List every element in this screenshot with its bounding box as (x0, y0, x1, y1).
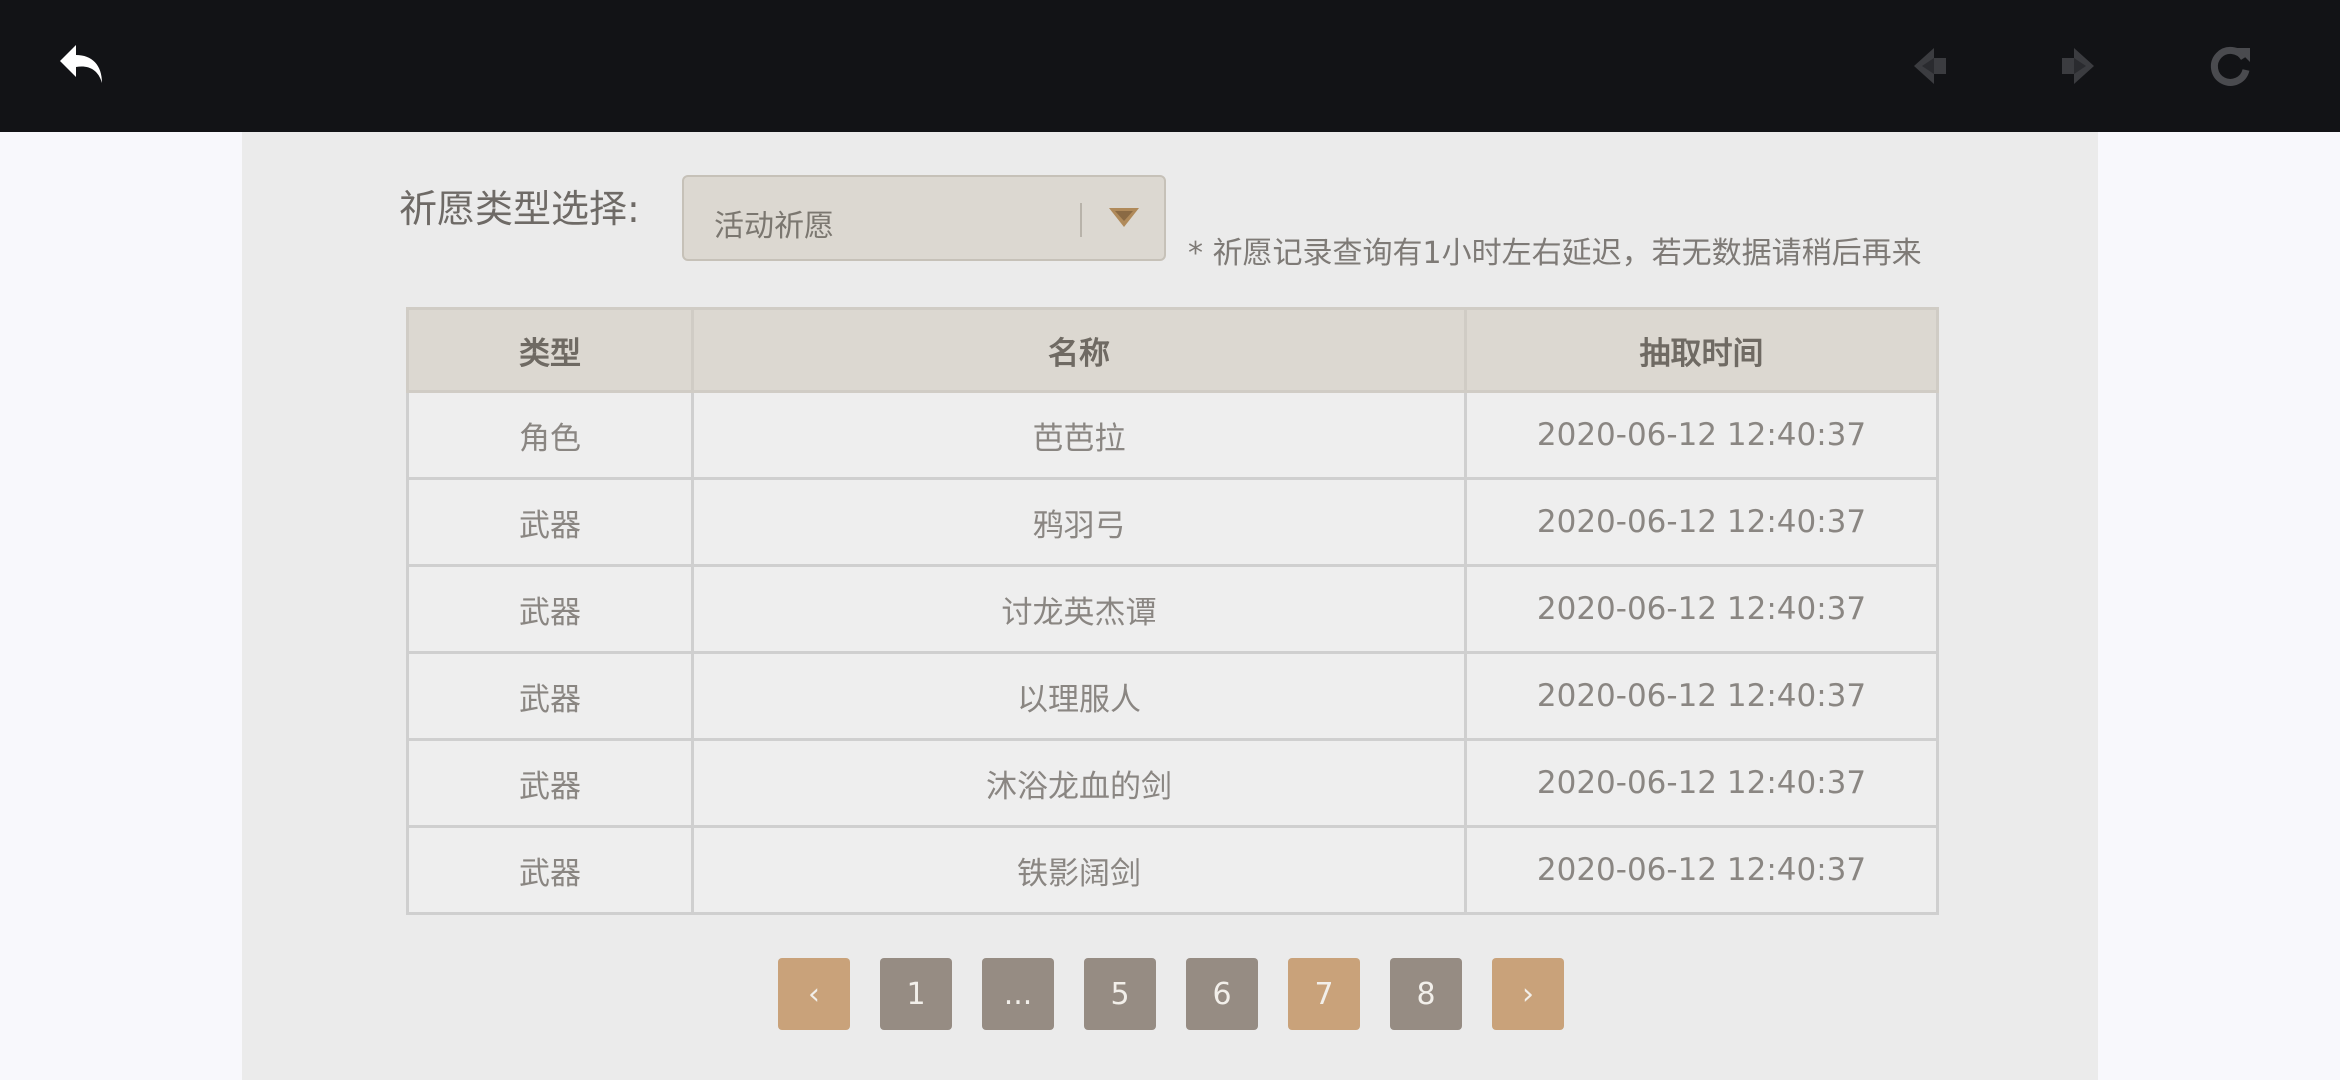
history-table: 类型 名称 抽取时间 角色 芭芭拉 2020-06-12 12:40:37 武器… (406, 307, 1939, 915)
page-prev-button[interactable]: ‹ (778, 958, 850, 1030)
wish-type-dropdown[interactable]: 活动祈愿 (682, 175, 1166, 261)
delay-notice: * 祈愿记录查询有1小时左右延迟，若无数据请稍后再来 (1188, 236, 1922, 271)
table-row: 武器 鸦羽弓 2020-06-12 12:40:37 (406, 477, 1939, 567)
cell-time: 2020-06-12 12:40:37 (1464, 564, 1939, 654)
page-button-1[interactable]: 1 (880, 958, 952, 1030)
nav-prev-icon[interactable] (1900, 36, 1960, 96)
page-button-7-current[interactable]: 7 (1288, 958, 1360, 1030)
cell-type: 武器 (406, 651, 694, 741)
cell-time: 2020-06-12 12:40:37 (1464, 825, 1939, 915)
cell-name: 以理服人 (691, 651, 1467, 741)
cell-type: 武器 (406, 825, 694, 915)
gacha-history-panel: 祈愿类型选择: 活动祈愿 * 祈愿记录查询有1小时左右延迟，若无数据请稍后再来 … (242, 132, 2098, 1080)
cell-name: 铁影阔剑 (691, 825, 1467, 915)
cell-name: 沐浴龙血的剑 (691, 738, 1467, 828)
cell-type: 武器 (406, 477, 694, 567)
pagination: ‹ 1 ... 5 6 7 8 › (778, 958, 1564, 1030)
cell-type: 武器 (406, 564, 694, 654)
cell-time: 2020-06-12 12:40:37 (1464, 477, 1939, 567)
column-header-time: 抽取时间 (1464, 307, 1939, 393)
cell-name: 讨龙英杰谭 (691, 564, 1467, 654)
table-row: 武器 沐浴龙血的剑 2020-06-12 12:40:37 (406, 738, 1939, 828)
top-bar (0, 0, 2340, 132)
table-header-row: 类型 名称 抽取时间 (406, 307, 1939, 393)
page-button-6[interactable]: 6 (1186, 958, 1258, 1030)
cell-time: 2020-06-12 12:40:37 (1464, 738, 1939, 828)
cell-name: 芭芭拉 (691, 390, 1467, 480)
wish-type-label: 祈愿类型选择: (399, 187, 640, 231)
column-header-name: 名称 (691, 307, 1467, 393)
page-button-8[interactable]: 8 (1390, 958, 1462, 1030)
chevron-down-icon[interactable] (1106, 203, 1142, 233)
cell-time: 2020-06-12 12:40:37 (1464, 651, 1939, 741)
column-header-type: 类型 (406, 307, 694, 393)
nav-next-icon[interactable] (2048, 36, 2108, 96)
cell-type: 角色 (406, 390, 694, 480)
cell-name: 鸦羽弓 (691, 477, 1467, 567)
cell-time: 2020-06-12 12:40:37 (1464, 390, 1939, 480)
table-row: 武器 铁影阔剑 2020-06-12 12:40:37 (406, 825, 1939, 915)
page-next-button[interactable]: › (1492, 958, 1564, 1030)
dropdown-divider (1080, 203, 1082, 237)
cell-type: 武器 (406, 738, 694, 828)
wish-type-selected: 活动祈愿 (714, 209, 834, 244)
page-button-5[interactable]: 5 (1084, 958, 1156, 1030)
back-arrow-icon[interactable] (52, 36, 112, 96)
table-row: 武器 讨龙英杰谭 2020-06-12 12:40:37 (406, 564, 1939, 654)
table-row: 武器 以理服人 2020-06-12 12:40:37 (406, 651, 1939, 741)
refresh-icon[interactable] (2200, 36, 2260, 96)
table-row: 角色 芭芭拉 2020-06-12 12:40:37 (406, 390, 1939, 480)
page-ellipsis[interactable]: ... (982, 958, 1054, 1030)
